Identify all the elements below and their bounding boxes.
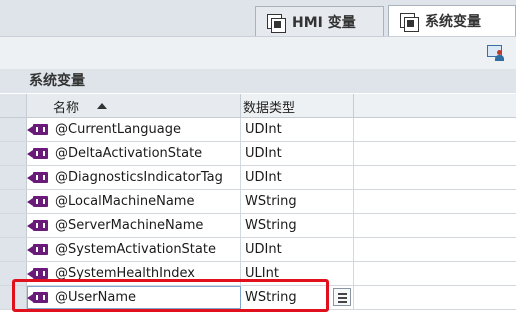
tag-table-icon (266, 12, 286, 33)
tab-label: HMI 变量 (292, 14, 356, 31)
tag-table-icon (399, 11, 419, 32)
tag-name: @DiagnosticsIndicatorTag (55, 170, 223, 185)
system-tag-icon (27, 243, 49, 256)
tag-datatype: WString (245, 194, 297, 209)
tag-name: @LocalMachineName (55, 194, 195, 209)
table-header: 名称 数据类型 (0, 94, 516, 118)
tag-datatype: UDInt (245, 122, 282, 137)
tag-datatype: UDInt (245, 146, 282, 161)
tag-datatype: WString (245, 218, 297, 233)
table-row[interactable]: @DiagnosticsIndicatorTag UDInt (0, 166, 516, 190)
section-title: 系统变量 (0, 69, 516, 93)
table-row[interactable]: @LocalMachineName WString (0, 190, 516, 214)
column-header-datatype[interactable]: 数据类型 (241, 94, 354, 117)
column-datatype-label: 数据类型 (243, 101, 296, 116)
tab-hmi-tags[interactable]: HMI 变量 (255, 6, 384, 36)
system-tag-icon (27, 195, 49, 208)
system-tag-icon (27, 123, 49, 136)
system-tag-icon (27, 147, 49, 160)
tab-label: 系统变量 (425, 14, 481, 30)
toolbar (0, 36, 516, 69)
tag-name: @SystemActivationState (55, 242, 216, 257)
row-header-column (0, 94, 27, 117)
tag-datatype: UDInt (245, 170, 282, 185)
tag-name: @DeltaActivationState (55, 146, 203, 161)
column-name-label: 名称 (53, 101, 80, 116)
tag-datatype: UDInt (245, 242, 282, 257)
tab-system-tags[interactable]: 系统变量 (388, 5, 516, 36)
tag-name: @CurrentLanguage (55, 122, 181, 137)
column-header-name[interactable]: 名称 (27, 94, 241, 117)
datatype-list-button-icon[interactable] (333, 288, 351, 306)
highlight-box (12, 279, 329, 312)
table-row[interactable]: @SystemActivationState UDInt (0, 238, 516, 262)
system-tag-icon (27, 171, 49, 184)
tab-bar: HMI 变量 系统变量 (0, 0, 516, 36)
sort-ascending-icon (97, 103, 107, 109)
user-admin-icon[interactable] (486, 43, 506, 63)
table-row[interactable]: @CurrentLanguage UDInt (0, 118, 516, 142)
tag-name: @ServerMachineName (55, 218, 204, 233)
table-row[interactable]: @ServerMachineName WString (0, 214, 516, 238)
table-row[interactable]: @DeltaActivationState UDInt (0, 142, 516, 166)
system-tag-icon (27, 219, 49, 232)
